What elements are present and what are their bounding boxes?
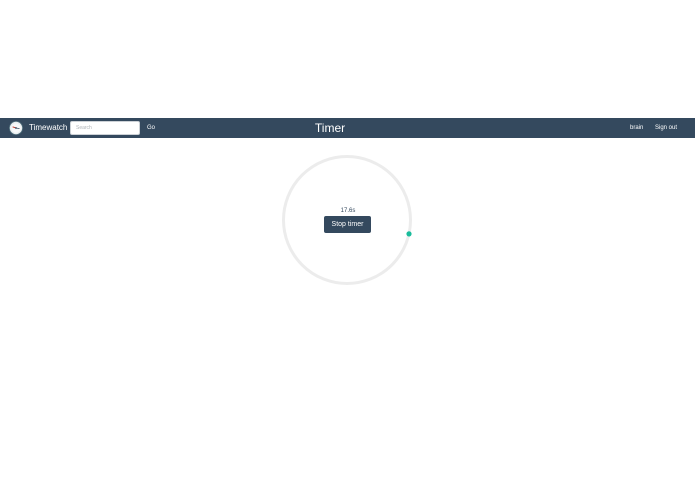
go-button[interactable]: Go <box>144 121 158 135</box>
search-input[interactable] <box>70 121 140 135</box>
timer-widget: 17.6s Stop timer <box>282 155 414 287</box>
sign-out-link[interactable]: Sign out <box>655 121 677 135</box>
page: Timewatch Go Timer brain Sign out 17.6s … <box>0 0 695 494</box>
user-link[interactable]: brain <box>630 121 643 135</box>
stop-timer-button[interactable]: Stop timer <box>324 216 371 233</box>
navbar: Timewatch Go Timer brain Sign out <box>0 118 695 138</box>
timer-progress-dot <box>406 231 412 237</box>
brand-name[interactable]: Timewatch <box>29 121 67 135</box>
elapsed-time: 17.6s <box>340 208 356 214</box>
stopwatch-logo-icon[interactable] <box>9 121 23 135</box>
